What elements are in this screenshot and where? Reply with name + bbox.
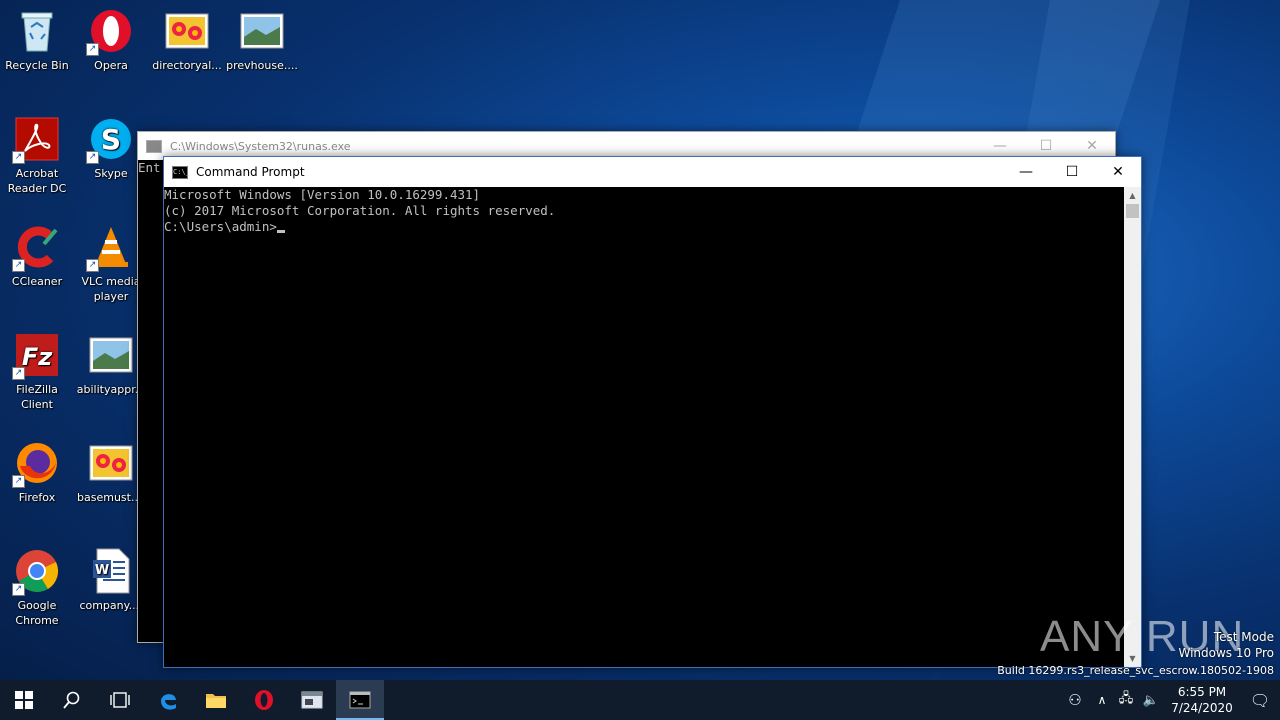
console-window-icon — [301, 691, 323, 709]
console-line: (c) 2017 Microsoft Corporation. All righ… — [164, 203, 556, 218]
svg-text:W: W — [95, 563, 109, 578]
windows-edition-text: Windows 10 Pro — [1178, 646, 1274, 660]
shortcut-arrow-icon: ↗ — [86, 259, 99, 272]
image-file-icon — [88, 440, 134, 486]
desktop-icon-label: prevhouse.... — [226, 59, 298, 72]
shortcut-arrow-icon: ↗ — [86, 151, 99, 164]
network-icon[interactable]: 🖧 — [1114, 689, 1138, 711]
build-text: Build 16299.rs3_release_svc_escrow.18050… — [997, 664, 1274, 677]
close-button[interactable]: ✕ — [1095, 157, 1141, 187]
shortcut-arrow-icon: ↗ — [12, 367, 25, 380]
scroll-up-arrow-icon[interactable]: ▲ — [1124, 187, 1141, 204]
folder-icon — [206, 694, 226, 708]
desktop-icon-prevhouse[interactable]: prevhouse.... — [225, 8, 299, 73]
start-button[interactable] — [0, 680, 48, 720]
show-hidden-icons-chevron-up-icon[interactable]: ∧ — [1090, 693, 1114, 707]
cmd-window[interactable]: C:\_ Command Prompt — ☐ ✕ Microsoft Wind… — [163, 156, 1142, 668]
svg-text:Fz: Fz — [22, 343, 53, 371]
firefox-icon: ↗ — [12, 440, 60, 488]
desktop-icon-firefox[interactable]: ↗ Firefox — [0, 440, 74, 505]
scrollbar-thumb[interactable] — [1126, 204, 1139, 218]
clock-date: 7/24/2020 — [1171, 701, 1233, 715]
taskbar: ⚇ ∧ 🖧 🔈 6:55 PM 7/24/2020 🗨 — [0, 680, 1280, 720]
desktop-icon-chrome[interactable]: ↗ Google Chrome — [0, 548, 74, 628]
console-line: Microsoft Windows [Version 10.0.16299.43… — [164, 187, 481, 202]
desktop-icon-recycle-bin[interactable]: Recycle Bin — [0, 8, 74, 73]
search-button[interactable] — [48, 680, 96, 720]
windows-logo-icon — [15, 691, 33, 709]
desktop-icon-filezilla[interactable]: Fz ↗ FileZilla Client — [0, 332, 74, 412]
shortcut-arrow-icon: ↗ — [12, 583, 25, 596]
desktop-icon-label: Opera — [94, 59, 128, 72]
taskbar-edge[interactable] — [144, 680, 192, 720]
runas-title: C:\Windows\System32\runas.exe — [170, 139, 351, 153]
skype-icon: S ↗ — [86, 116, 134, 164]
word-doc-icon: W — [88, 548, 134, 594]
text-cursor — [276, 230, 285, 233]
desktop-icon-ccleaner[interactable]: ↗ CCleaner — [0, 224, 74, 289]
minimize-button[interactable]: — — [1003, 157, 1049, 187]
desktop-icon-label: directoryal... — [152, 59, 222, 72]
clock[interactable]: 6:55 PM 7/24/2020 — [1164, 684, 1240, 716]
shortcut-arrow-icon: ↗ — [12, 151, 25, 164]
svg-text:S: S — [101, 123, 121, 156]
desktop-icon-directoryal[interactable]: directoryal... — [150, 8, 224, 73]
opera-icon — [255, 690, 273, 710]
desktop-icon-label: FileZilla Client — [16, 383, 58, 411]
desktop-icon-acrobat[interactable]: ↗ Acrobat Reader DC — [0, 116, 74, 196]
action-center-notification-icon[interactable]: 🗨 — [1240, 691, 1280, 710]
desktop-icon-label: CCleaner — [11, 275, 63, 288]
recycle-bin-icon — [14, 8, 60, 54]
edge-icon — [161, 694, 176, 710]
acrobat-icon: ↗ — [12, 116, 60, 164]
taskbar-runas-window[interactable] — [288, 680, 336, 720]
system-tray: ⚇ ∧ 🖧 🔈 6:55 PM 7/24/2020 🗨 — [1060, 680, 1280, 720]
maximize-button[interactable]: ☐ — [1049, 157, 1095, 187]
image-file-icon — [239, 8, 285, 54]
image-file-icon — [164, 8, 210, 54]
cmd-console[interactable]: Microsoft Windows [Version 10.0.16299.43… — [164, 187, 1124, 667]
taskbar-opera[interactable] — [240, 680, 288, 720]
desktop-icon-label: Recycle Bin — [5, 59, 69, 72]
vlc-icon: ↗ — [86, 224, 134, 272]
shortcut-arrow-icon: ↗ — [12, 475, 25, 488]
desktop-icon-label: Acrobat Reader DC — [7, 167, 67, 195]
desktop-icon-opera[interactable]: ↗ Opera — [74, 8, 148, 73]
test-mode-text: Test Mode — [1213, 630, 1274, 644]
command-prompt-icon — [349, 691, 371, 709]
cmd-titlebar[interactable]: C:\_ Command Prompt — ☐ ✕ — [164, 157, 1141, 187]
people-icon[interactable]: ⚇ — [1060, 691, 1090, 709]
image-file-icon — [88, 332, 134, 378]
desktop-icon-label: Firefox — [18, 491, 56, 504]
vertical-scrollbar[interactable]: ▲ ▼ — [1124, 187, 1141, 667]
filezilla-icon: Fz ↗ — [12, 332, 60, 380]
opera-icon: ↗ — [86, 8, 134, 56]
chrome-icon: ↗ — [12, 548, 60, 596]
desktop-icon-label: Google Chrome — [15, 599, 59, 627]
volume-icon[interactable]: 🔈 — [1138, 693, 1164, 708]
task-view-button[interactable] — [96, 680, 144, 720]
task-view-icon — [110, 692, 130, 708]
shortcut-arrow-icon: ↗ — [12, 259, 25, 272]
console-app-icon — [146, 139, 162, 153]
console-app-icon: C:\_ — [172, 165, 190, 179]
cmd-title: Command Prompt — [196, 165, 305, 179]
ccleaner-icon: ↗ — [12, 224, 60, 272]
taskbar-file-explorer[interactable] — [192, 680, 240, 720]
clock-time: 6:55 PM — [1177, 685, 1227, 699]
search-icon — [63, 691, 80, 709]
console-prompt: C:\Users\admin> — [164, 219, 277, 234]
shortcut-arrow-icon: ↗ — [86, 43, 99, 56]
taskbar-command-prompt[interactable] — [336, 680, 384, 720]
